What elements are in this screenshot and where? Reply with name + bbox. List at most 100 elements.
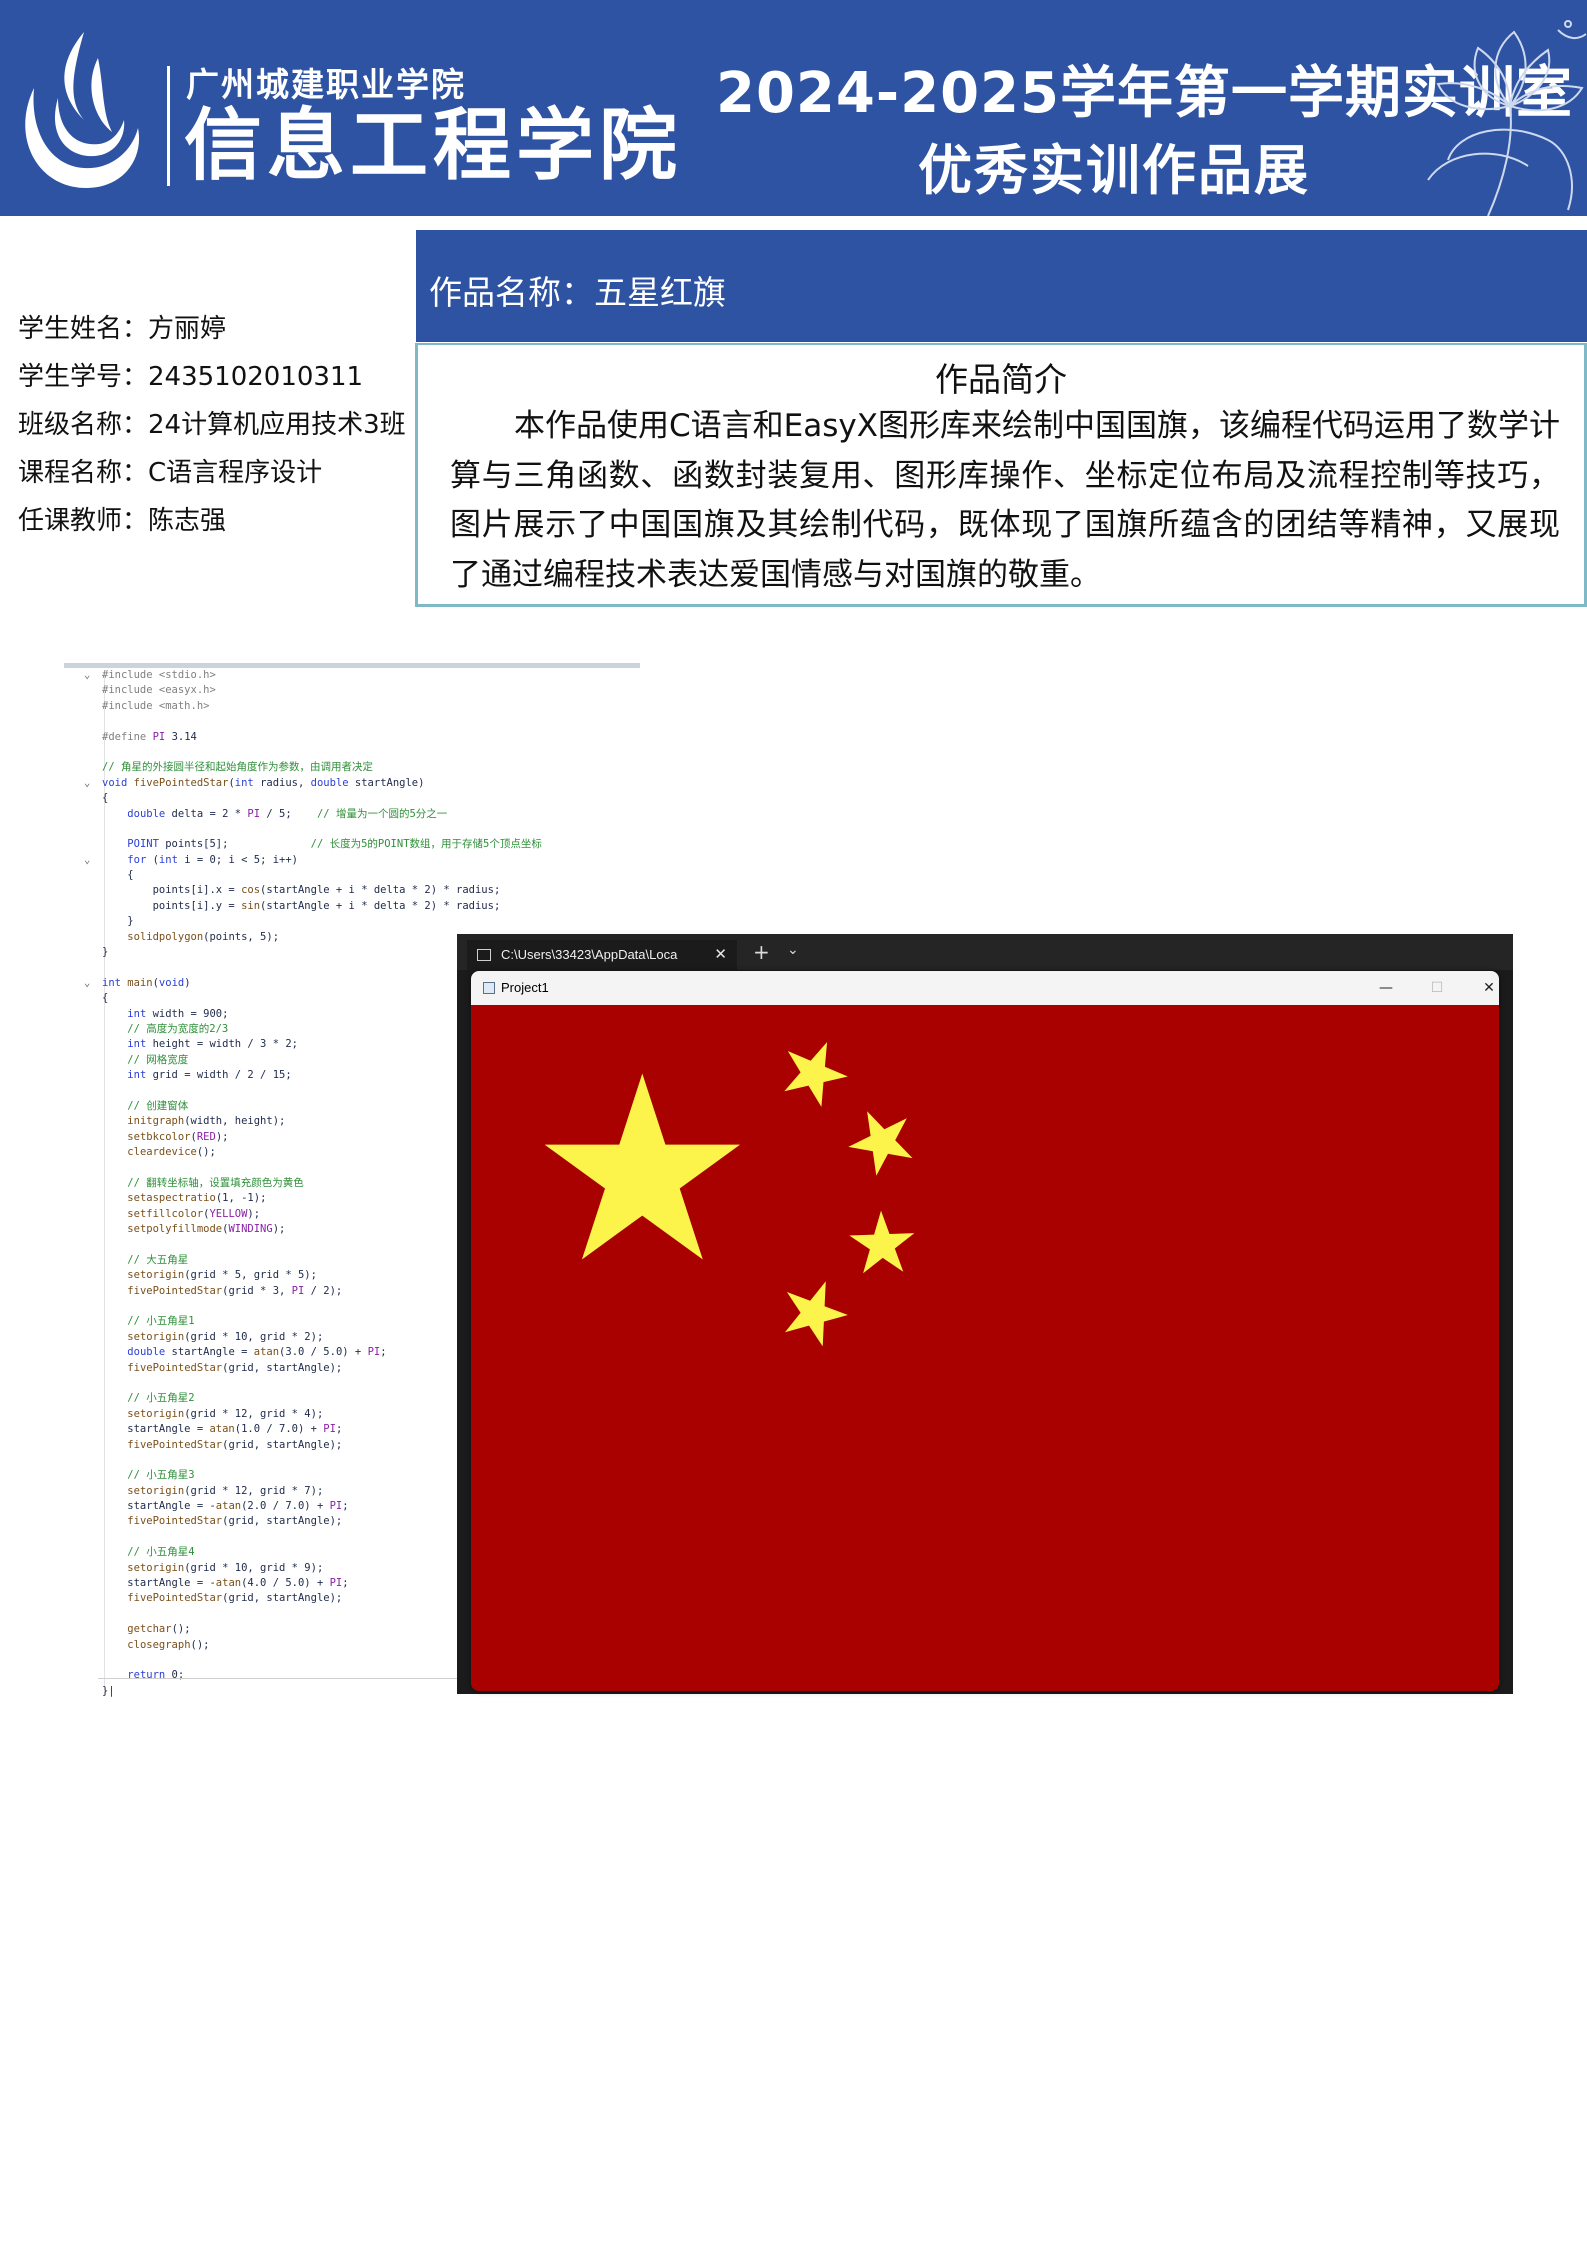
fold-gutter (84, 1314, 102, 1329)
code-line: { (84, 791, 542, 806)
code-line: double delta = 2 * PI / 5; // 增量为一个圆的5分之… (84, 807, 542, 822)
code-line: #define PI 3.14 (84, 730, 542, 745)
code-text: points[i].x = cos(startAngle + i * delta… (102, 884, 501, 897)
fold-chevron-icon[interactable]: ⌄ (84, 668, 102, 683)
college-name: 信息工程学院 (184, 101, 683, 191)
code-line: POINT points[5]; // 长度为5的POINT数组，用于存储5个顶… (84, 837, 542, 852)
code-line: #include <easyx.h> (84, 683, 542, 698)
code-text: { (102, 792, 109, 805)
code-text: getchar(); (127, 1623, 191, 1636)
fold-gutter (84, 1484, 102, 1499)
intro-text: 本作品使用C语言和EasyX图形库来绘制中国国旗，该编程代码运用了数学计算与三角… (450, 408, 1560, 593)
fold-chevron-icon[interactable]: ⌄ (84, 776, 102, 791)
code-text: startAngle = -atan(4.0 / 5.0) + PI; (102, 1577, 349, 1590)
code-text: } (102, 946, 109, 959)
fold-gutter (84, 1130, 102, 1145)
fold-gutter (84, 1530, 102, 1545)
code-text: // 小五角星4 (127, 1546, 195, 1559)
fold-gutter (84, 1561, 102, 1576)
fold-gutter (84, 1407, 102, 1422)
fold-gutter (84, 1145, 102, 1160)
code-line: { (84, 868, 542, 883)
minimize-button[interactable]: — (1366, 976, 1406, 1000)
code-text: fivePointedStar(grid, startAngle); (127, 1438, 343, 1451)
code-line (84, 822, 542, 837)
fold-gutter (84, 837, 102, 852)
code-text: startAngle = -atan(2.0 / 7.0) + PI; (102, 1500, 349, 1513)
code-text: // 创建窗体 (127, 1099, 189, 1112)
flag-background (471, 1005, 1499, 1691)
fold-gutter (84, 1037, 102, 1052)
code-text: for (int i = 0; i < 5; i++) (127, 853, 298, 866)
code-line: ⌄ #include <stdio.h> (84, 668, 542, 683)
terminal-tab[interactable]: C:\Users\33423\AppData\Loca ✕ (467, 940, 737, 970)
code-text: int main(void) (102, 976, 191, 989)
fold-gutter (84, 1237, 102, 1252)
fold-chevron-icon[interactable]: ⌄ (84, 853, 102, 868)
fold-gutter (84, 807, 102, 822)
maximize-button[interactable]: ☐ (1417, 976, 1457, 1000)
fold-gutter (84, 822, 102, 837)
course-name: 课程名称：C语言程序设计 (18, 458, 323, 488)
fold-gutter (84, 1068, 102, 1083)
window-titlebar[interactable]: Project1 — ☐ ✕ (471, 971, 1499, 1005)
fold-gutter (84, 868, 102, 883)
fold-gutter (84, 1422, 102, 1437)
fold-gutter (84, 991, 102, 1006)
code-text: setorigin(grid * 10, grid * 9); (127, 1561, 324, 1574)
close-button[interactable]: ✕ (1469, 976, 1499, 1000)
code-text: setfillcolor(YELLOW); (127, 1207, 261, 1220)
code-text: setorigin(grid * 5, grid * 5); (127, 1269, 317, 1282)
code-text: // 高度为宽度的2/3 (127, 1022, 229, 1035)
terminal-icon (477, 949, 491, 961)
fold-gutter (84, 960, 102, 975)
code-text: int height = width / 3 * 2; (127, 1038, 298, 1051)
fold-gutter (84, 714, 102, 729)
code-text: setorigin(grid * 10, grid * 2); (127, 1330, 324, 1343)
fold-gutter (84, 1268, 102, 1283)
new-tab-icon[interactable]: + (753, 940, 770, 964)
tab-close-icon[interactable]: ✕ (714, 940, 727, 970)
fold-gutter (84, 1391, 102, 1406)
code-text: #include <stdio.h> (102, 669, 216, 681)
code-line: } (84, 914, 542, 929)
fold-gutter (84, 1591, 102, 1606)
fold-gutter (84, 1361, 102, 1376)
fold-gutter (84, 1114, 102, 1129)
code-text: // 翻转坐标轴，设置填充颜色为黄色 (127, 1176, 304, 1189)
code-text: setorigin(grid * 12, grid * 7); (127, 1484, 324, 1497)
fold-gutter (84, 945, 102, 960)
chevron-down-icon[interactable]: ⌄ (787, 942, 799, 958)
school-name-small: 广州城建职业学院 (186, 65, 466, 104)
code-text: }| (102, 1684, 115, 1697)
student-id: 学生学号：2435102010311 (18, 362, 364, 392)
fold-chevron-icon[interactable]: ⌄ (84, 976, 102, 991)
code-line: #include <math.h> (84, 699, 542, 714)
code-text: fivePointedStar(grid, startAngle); (127, 1515, 343, 1528)
terminal-tab-bar: C:\Users\33423\AppData\Loca ✕ + ⌄ (457, 934, 1513, 970)
fold-gutter (84, 760, 102, 775)
student-name: 学生姓名：方丽婷 (18, 314, 227, 344)
fold-gutter (84, 1176, 102, 1191)
fold-gutter (84, 1161, 102, 1176)
work-name: 作品名称：五星红旗 (429, 273, 726, 312)
code-text: // 小五角星1 (127, 1315, 195, 1328)
code-text: fivePointedStar(grid * 3, PI / 2); (127, 1284, 343, 1297)
code-line: points[i].x = cos(startAngle + i * delta… (84, 883, 542, 898)
code-text: void fivePointedStar(int radius, double … (102, 776, 425, 789)
code-text: cleardevice(); (127, 1146, 216, 1159)
fold-gutter (84, 1622, 102, 1637)
code-text: double startAngle = atan(3.0 / 5.0) + PI… (127, 1346, 387, 1359)
code-text: { (102, 992, 109, 1005)
code-text: #define PI 3.14 (102, 730, 197, 743)
code-text: } (102, 915, 134, 928)
code-text: closegraph(); (127, 1638, 210, 1651)
code-line: points[i].y = sin(startAngle + i * delta… (84, 899, 542, 914)
fold-gutter (84, 1653, 102, 1668)
code-text: int width = 900; (127, 1007, 229, 1020)
fold-gutter (84, 1684, 102, 1699)
fold-gutter (84, 683, 102, 698)
fold-gutter (84, 1299, 102, 1314)
code-text: initgraph(width, height); (127, 1115, 286, 1128)
code-text: setbkcolor(RED); (127, 1130, 229, 1143)
